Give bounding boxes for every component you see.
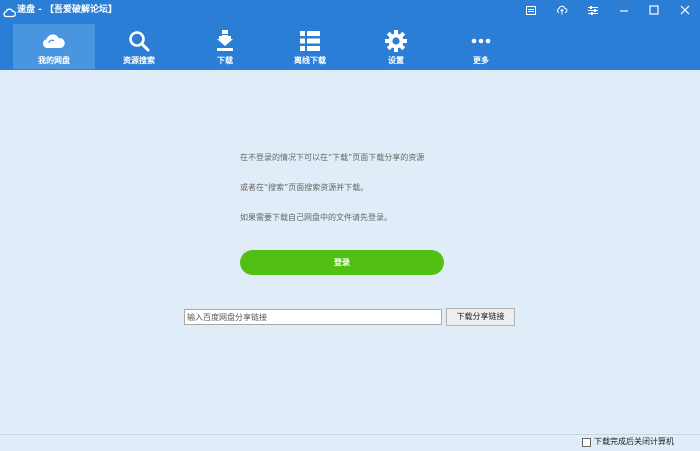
- shutdown-label: 下载完成后关闭计算机: [594, 437, 674, 446]
- more-icon: [440, 30, 522, 52]
- window-title: 速盘 - 【吾爱破解论坛】: [17, 5, 118, 15]
- tab-offline-download-label: 离线下载: [294, 56, 326, 65]
- login-button[interactable]: 登录: [240, 250, 444, 275]
- search-icon: [98, 30, 180, 52]
- list-icon: [269, 30, 351, 52]
- cloud-icon: [3, 4, 17, 18]
- hint-line: 在不登录的情况下可以在“下载”页面下载分享的资源: [240, 153, 425, 162]
- shutdown-checkbox[interactable]: [582, 438, 591, 447]
- hint-line: 或者在“搜索”页面搜索资源并下载。: [240, 183, 369, 192]
- tab-resource-search[interactable]: 资源搜索: [98, 24, 180, 69]
- settings-list-icon[interactable]: [584, 2, 602, 18]
- hint-line: 如果需要下载自己网盘中的文件请先登录。: [240, 213, 392, 222]
- tab-settings[interactable]: 设置: [355, 24, 437, 69]
- tab-download-label: 下载: [217, 56, 233, 65]
- tab-my-netdisk[interactable]: 我的网盘: [13, 24, 95, 69]
- upload-icon[interactable]: [553, 2, 571, 18]
- cloud-icon: [13, 30, 95, 52]
- toolbar: 我的网盘 资源搜索 下载 离线下载 设置 更多: [0, 21, 700, 70]
- gear-icon: [355, 30, 437, 52]
- close-icon[interactable]: [676, 2, 694, 18]
- card-icon[interactable]: [522, 2, 540, 18]
- download-share-link-button[interactable]: 下载分享链接: [446, 308, 515, 326]
- title-bar: 速盘 - 【吾爱破解论坛】: [0, 0, 700, 21]
- download-icon: [184, 30, 266, 52]
- tab-download[interactable]: 下载: [184, 24, 266, 69]
- tab-offline-download[interactable]: 离线下载: [269, 24, 351, 69]
- tab-more[interactable]: 更多: [440, 24, 522, 69]
- minimize-icon[interactable]: [615, 2, 633, 18]
- tab-more-label: 更多: [473, 56, 489, 65]
- maximize-icon[interactable]: [645, 2, 663, 18]
- tab-my-netdisk-label: 我的网盘: [38, 56, 70, 65]
- tab-resource-search-label: 资源搜索: [123, 56, 155, 65]
- tab-settings-label: 设置: [388, 56, 404, 65]
- share-link-input[interactable]: [184, 309, 442, 325]
